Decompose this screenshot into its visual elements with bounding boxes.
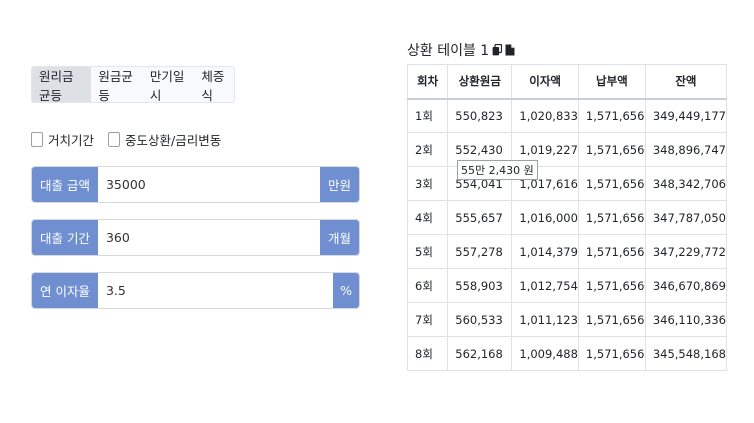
table-cell: 349,449,177 xyxy=(644,98,727,133)
table-cell: 6회 xyxy=(407,268,449,303)
tab-equal-principal[interactable]: 원금균등 xyxy=(91,67,142,103)
table-cell: 348,896,747 xyxy=(644,132,727,167)
loan-period-group: 대출 기간 개월 xyxy=(31,219,360,256)
table-row: 6회 558,903 1,012,754 1,571,656 346,670,869 xyxy=(407,268,727,303)
loan-period-unit: 개월 xyxy=(319,220,359,255)
column-header-interest: 이자액 xyxy=(511,64,579,100)
table-cell: 1,571,656 xyxy=(577,200,646,235)
table-row: 8회 562,168 1,009,488 1,571,656 345,548,168 xyxy=(407,336,727,371)
table-cell: 5회 xyxy=(407,234,449,269)
table-cell: 347,787,050 xyxy=(644,200,727,235)
interest-rate-input[interactable] xyxy=(97,273,334,308)
table-row: 4회 555,657 1,016,000 1,571,656 347,787,050 xyxy=(407,200,727,235)
table-cell: 1,016,000 xyxy=(511,200,579,235)
table-row: 2회 552,430 1,019,227 1,571,656 348,896,747 xyxy=(407,132,727,167)
table-row: 3회 554,041 1,017,616 1,571,656 348,342,706 xyxy=(407,166,727,201)
repayment-table-heading: 상환 테이블 1 xyxy=(407,40,515,60)
loan-amount-unit: 만원 xyxy=(319,167,359,202)
tab-bullet[interactable]: 만기일시 xyxy=(143,67,194,103)
column-header-principal: 상환원금 xyxy=(447,64,513,100)
interest-rate-group: 연 이자율 % xyxy=(31,272,360,309)
repayment-table-container[interactable]: 회차 상환원금 이자액 납부액 잔액 1회 550,823 1,020,833 1,5… xyxy=(407,64,727,376)
table-cell: 2회 xyxy=(407,132,449,167)
table-cell: 4회 xyxy=(407,200,449,235)
table-cell: 557,278 xyxy=(447,234,513,269)
table-cell: 558,903 xyxy=(447,268,513,303)
table-cell: 1회 xyxy=(407,98,449,133)
table-cell: 347,229,772 xyxy=(644,234,727,269)
table-cell: 346,670,869 xyxy=(644,268,727,303)
table-row: 1회 550,823 1,020,833 1,571,656 349,449,177 xyxy=(407,98,727,133)
option-checkboxes: 거치기간 중도상환/금리변동 xyxy=(31,130,235,149)
table-cell: 1,020,833 xyxy=(511,98,579,133)
tab-equal-principal-interest[interactable]: 원리금균등 xyxy=(32,67,92,103)
file-icon[interactable] xyxy=(505,44,515,56)
prepayment-rate-change-label: 중도상환/금리변동 xyxy=(125,133,222,148)
loan-amount-label: 대출 금액 xyxy=(32,167,98,202)
table-cell: 1,009,488 xyxy=(511,336,579,371)
table-cell: 1,571,656 xyxy=(577,234,646,269)
table-row: 7회 560,533 1,011,123 1,571,656 346,110,336 xyxy=(407,302,727,337)
table-cell: 1,011,123 xyxy=(511,302,579,337)
table-cell: 1,571,656 xyxy=(577,98,646,133)
interest-rate-label: 연 이자율 xyxy=(32,273,98,308)
table-row: 5회 557,278 1,014,379 1,571,656 347,229,772 xyxy=(407,234,727,269)
loan-amount-group: 대출 금액 만원 xyxy=(31,166,360,203)
repayment-table: 회차 상환원금 이자액 납부액 잔액 1회 550,823 1,020,833 1,5… xyxy=(407,64,727,371)
table-cell: 346,110,336 xyxy=(644,302,727,337)
copy-icon[interactable] xyxy=(492,44,503,56)
table-cell: 345,548,168 xyxy=(644,336,727,371)
table-cell: 1,571,656 xyxy=(577,302,646,337)
table-cell: 1,012,754 xyxy=(511,268,579,303)
table-cell: 8회 xyxy=(407,336,449,371)
repayment-method-tabs: 원리금균등 원금균등 만기일시 체증식 xyxy=(31,66,235,103)
grace-period-checkbox[interactable]: 거치기간 xyxy=(31,130,94,149)
table-cell: 7회 xyxy=(407,302,449,337)
table-cell: 555,657 xyxy=(447,200,513,235)
grace-period-label: 거치기간 xyxy=(48,133,95,148)
table-cell: 1,571,656 xyxy=(577,132,646,167)
interest-rate-unit: % xyxy=(333,273,359,308)
table-cell: 562,168 xyxy=(447,336,513,371)
checkbox-box[interactable] xyxy=(108,132,121,147)
tab-graduated[interactable]: 체증식 xyxy=(194,67,234,103)
column-header-round: 회차 xyxy=(407,64,449,100)
table-header-row: 회차 상환원금 이자액 납부액 잔액 xyxy=(407,64,727,100)
table-cell: 550,823 xyxy=(447,98,513,133)
loan-period-input[interactable] xyxy=(97,220,320,255)
column-header-balance: 잔액 xyxy=(644,64,727,100)
table-cell: 1,571,656 xyxy=(577,268,646,303)
column-header-payment: 납부액 xyxy=(577,64,646,100)
table-cell: 560,533 xyxy=(447,302,513,337)
table-cell: 1,571,656 xyxy=(577,166,646,201)
checkbox-box[interactable] xyxy=(31,132,43,147)
amount-tooltip: 55만 2,430 원 xyxy=(457,160,538,180)
repayment-table-title: 상환 테이블 1 xyxy=(407,43,490,59)
table-cell: 1,571,656 xyxy=(577,336,646,371)
table-cell: 348,342,706 xyxy=(644,166,727,201)
loan-period-label: 대출 기간 xyxy=(32,220,98,255)
loan-amount-input[interactable] xyxy=(97,167,320,202)
prepayment-rate-change-checkbox[interactable]: 중도상환/금리변동 xyxy=(108,130,221,149)
table-cell: 1,014,379 xyxy=(511,234,579,269)
table-cell: 3회 xyxy=(407,166,449,201)
